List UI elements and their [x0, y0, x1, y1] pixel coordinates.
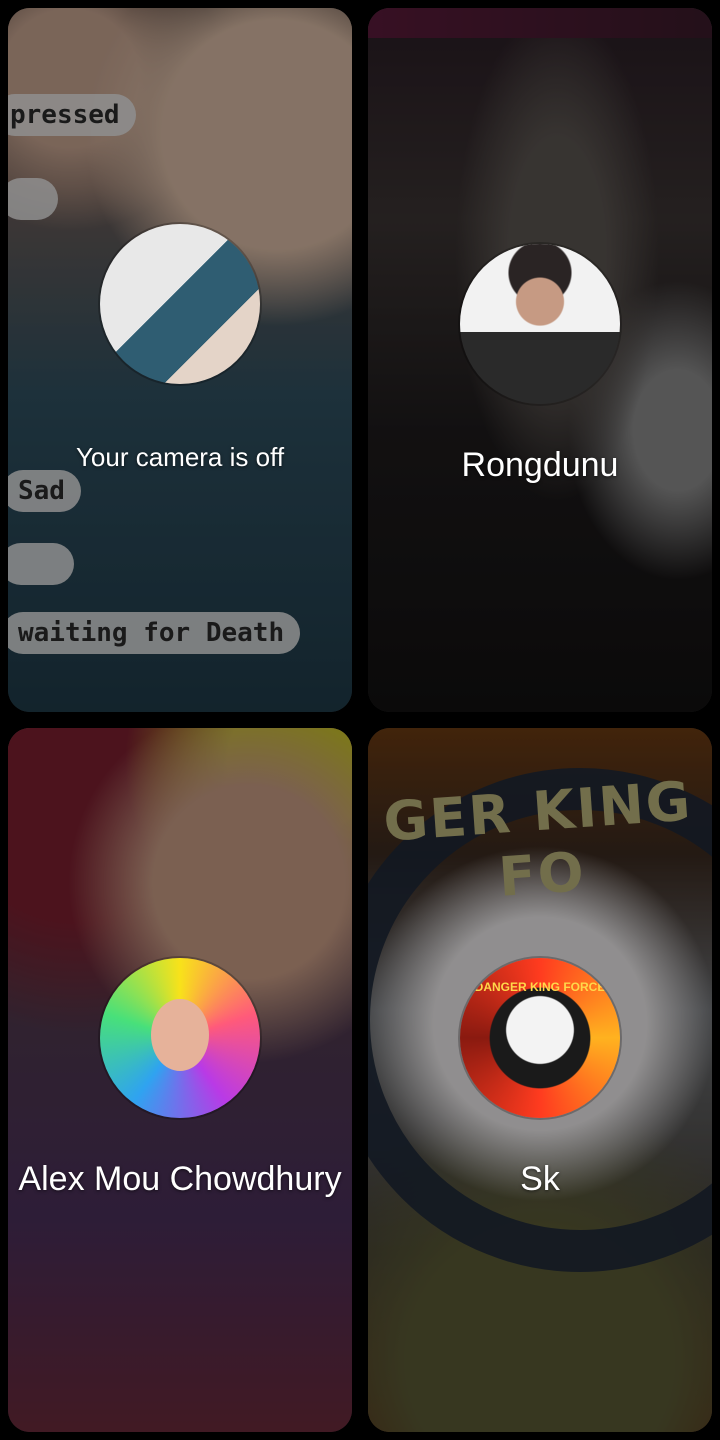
- avatar-logo-text: DANGER KING FORCE: [474, 980, 606, 994]
- participant-tile-sk[interactable]: GER KING FO DANGER KING FORCE Sk: [368, 728, 712, 1432]
- participant-tile-rongdunu[interactable]: Rongdunu: [368, 8, 712, 712]
- participant-avatar: [460, 244, 620, 404]
- participant-name: Your camera is off: [75, 442, 285, 472]
- participant-tile-alex[interactable]: Alex Mou Chowdhury: [8, 728, 352, 1432]
- participant-name: Rongdunu: [461, 446, 619, 484]
- participant-avatar: [100, 958, 260, 1118]
- participant-avatar: [100, 224, 260, 384]
- participant-tile-self[interactable]: pressed Sad waiting for Death Your camer…: [8, 8, 352, 712]
- video-call-grid: pressed Sad waiting for Death Your camer…: [0, 0, 720, 1440]
- participant-avatar: DANGER KING FORCE: [460, 958, 620, 1118]
- participant-name: Alex Mou Chowdhury: [18, 1160, 342, 1198]
- participant-name: Sk: [520, 1160, 560, 1198]
- avatar-face: [151, 998, 209, 1071]
- avatar-image: [460, 244, 620, 404]
- avatar-image: [100, 224, 260, 384]
